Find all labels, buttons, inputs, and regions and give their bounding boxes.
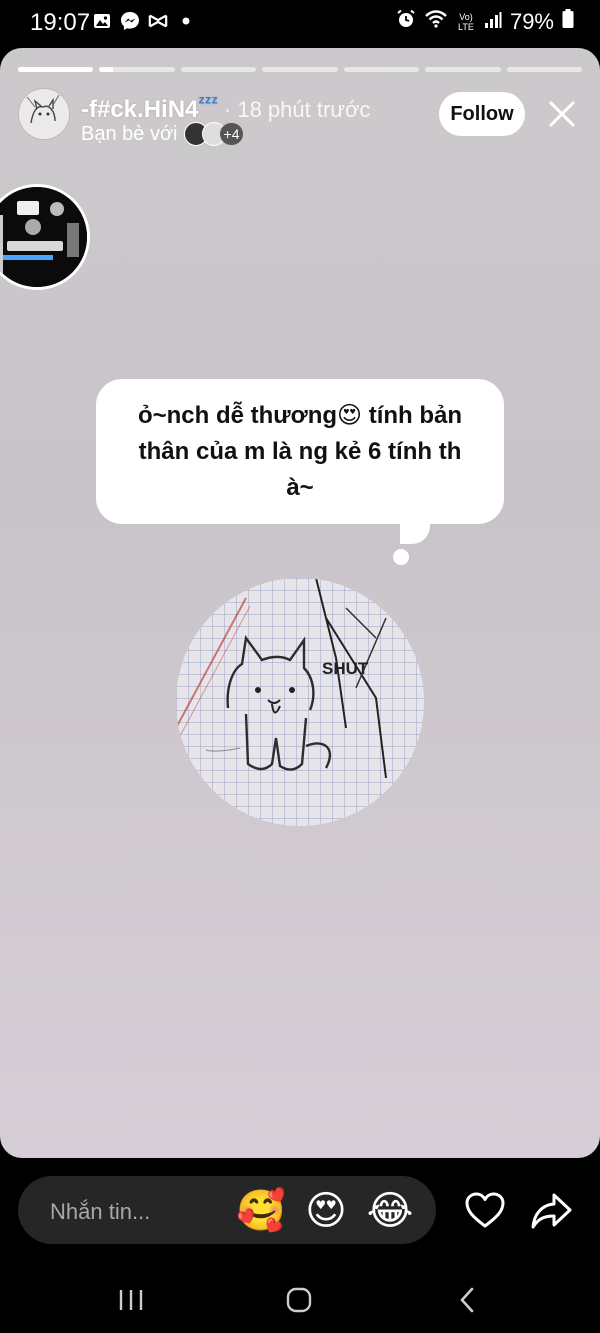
story-photo[interactable]: SHUT (176, 578, 424, 826)
story-header: -f#ck.HiN4ᶻᶻᶻ · 18 phút trước Bạn bè với… (18, 88, 582, 148)
thumbnail-screenshot (0, 187, 87, 287)
message-input[interactable]: Nhắn tin... 🥰 😍 😂 (18, 1176, 436, 1244)
progress-segment-fill (99, 67, 113, 72)
wifi-icon (424, 9, 448, 35)
username[interactable]: -f#ck.HiN4ᶻᶻᶻ (81, 92, 218, 124)
photo-text: SHUT (322, 659, 369, 678)
progress-segment (99, 67, 175, 72)
friends-label: Bạn bè với (81, 122, 178, 145)
recent-apps-icon[interactable] (111, 1280, 151, 1320)
capcut-icon (148, 11, 168, 31)
progress-segment (262, 67, 338, 72)
cat-drawing: SHUT (176, 578, 387, 779)
progress-segment (180, 67, 257, 72)
username-text: -f#ck.HiN4 (81, 96, 199, 123)
friends-avatars: +4 (183, 122, 244, 146)
friends-extra-count: +4 (219, 123, 244, 145)
volte-icon: Vo) LTE (458, 12, 474, 32)
status-right-icons: Vo) LTE 79% (396, 9, 574, 35)
battery-icon (562, 9, 574, 35)
replied-video-thumbnail[interactable] (0, 184, 90, 290)
heart-icon[interactable] (464, 1190, 506, 1232)
messenger-icon (120, 11, 140, 31)
mutual-friends-row[interactable]: Bạn bè với +4 (81, 122, 244, 146)
alarm-icon (396, 9, 416, 35)
status-bar: 19:07 Vo) LTE 79% (0, 0, 600, 46)
sleep-zzz-icon: ᶻᶻᶻ (198, 92, 218, 112)
status-time: 19:07 (30, 9, 91, 36)
reaction-smiling-hearts[interactable]: 🥰 (236, 1187, 286, 1235)
share-icon[interactable] (530, 1190, 574, 1232)
bubble-tail-dot (393, 549, 409, 565)
story-progress-bar (18, 67, 582, 72)
home-icon[interactable] (279, 1280, 319, 1320)
progress-segment (506, 67, 582, 72)
reaction-heart-eyes[interactable]: 😍 (302, 1187, 350, 1235)
story-viewer[interactable]: -f#ck.HiN4ᶻᶻᶻ · 18 phút trước Bạn bè với… (0, 48, 600, 1158)
bubble-tail (400, 514, 430, 544)
progress-segment-fill (18, 67, 94, 72)
status-left-icons (92, 11, 196, 31)
question-bubble: ỏ~nch dễ thương😍 tính bản thân của m là … (96, 379, 504, 524)
avatar[interactable] (18, 88, 70, 140)
battery-level: 79% (509, 9, 554, 34)
android-nav-bar (0, 1272, 600, 1328)
progress-segment (343, 67, 420, 72)
message-placeholder: Nhắn tin... (50, 1199, 151, 1224)
gallery-icon (92, 11, 112, 31)
signal-icon (484, 9, 502, 35)
close-icon[interactable] (542, 94, 582, 134)
avatar-drawing (19, 89, 69, 139)
reaction-tears-of-joy[interactable]: 😂 (366, 1187, 414, 1235)
bubble-text: ỏ~nch dễ thương😍 tính bản thân của m là … (137, 401, 463, 501)
username-row: -f#ck.HiN4ᶻᶻᶻ · 18 phút trước (81, 92, 370, 124)
time-ago: · 18 phút trước (223, 97, 371, 122)
progress-segment (18, 67, 94, 72)
back-icon[interactable] (447, 1280, 487, 1320)
dot-icon (176, 11, 196, 31)
follow-button[interactable]: Follow (439, 92, 525, 136)
bottom-bar: Nhắn tin... 🥰 😍 😂 (0, 1158, 600, 1333)
progress-segment (425, 67, 501, 72)
